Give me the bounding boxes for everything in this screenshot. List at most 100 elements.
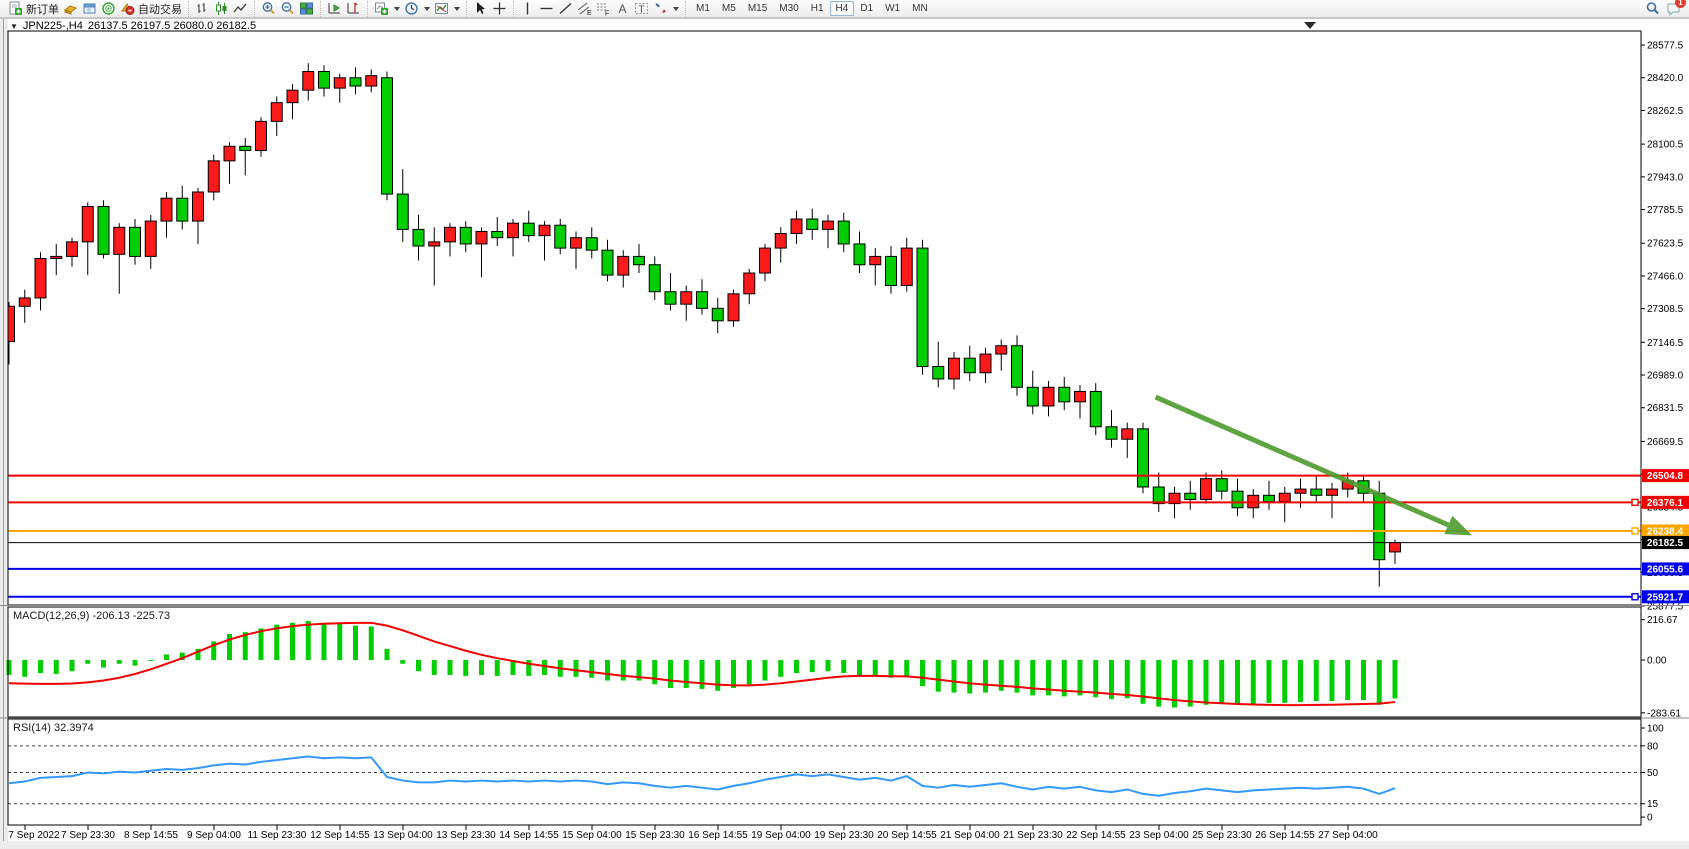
timeframe-button-h4[interactable]: H4: [830, 1, 855, 16]
timeframe-button-m1[interactable]: M1: [690, 1, 716, 16]
crosshair-button[interactable]: [490, 1, 509, 17]
text-button[interactable]: A: [613, 1, 632, 17]
templates-button[interactable]: [432, 1, 462, 17]
search-icon[interactable]: [1645, 1, 1660, 16]
line-chart-button[interactable]: [231, 1, 250, 17]
line-anchor-handle[interactable]: [1632, 499, 1638, 505]
timeframe-button-m15[interactable]: M15: [742, 1, 773, 16]
trendline-button[interactable]: [556, 1, 575, 17]
toolbar-group-zoom: [254, 1, 320, 17]
indicators-dropdown-arrow[interactable]: [394, 7, 400, 11]
timeframe-button-h1[interactable]: H1: [805, 1, 830, 16]
svg-text:12 Sep 14:55: 12 Sep 14:55: [310, 830, 370, 841]
periods-button[interactable]: [402, 1, 432, 17]
svg-text:19 Sep 23:30: 19 Sep 23:30: [814, 830, 874, 841]
signal-radar-icon: [101, 1, 116, 16]
window-icon: [82, 1, 97, 16]
svg-text:27146.5: 27146.5: [1647, 338, 1684, 349]
fibonacci-icon: F: [596, 1, 611, 16]
crosshair-icon: [492, 1, 507, 16]
autotrade-button[interactable]: 自动交易: [118, 1, 184, 17]
line-anchor-handle[interactable]: [1632, 594, 1638, 600]
vertical-line-icon: [520, 1, 535, 16]
new-order-label: 新订单: [26, 1, 59, 17]
svg-text:21 Sep 23:30: 21 Sep 23:30: [1003, 830, 1063, 841]
svg-text:28100.5: 28100.5: [1647, 140, 1684, 151]
svg-text:216.67: 216.67: [1647, 615, 1678, 626]
svg-text:14 Sep 14:55: 14 Sep 14:55: [499, 830, 559, 841]
timeframe-button-m5[interactable]: M5: [716, 1, 742, 16]
zoom-out-button[interactable]: [278, 1, 297, 17]
svg-text:100: 100: [1647, 724, 1664, 735]
svg-text:28262.5: 28262.5: [1647, 106, 1684, 117]
auto-scroll-button[interactable]: [325, 1, 344, 17]
zoom-in-button[interactable]: [259, 1, 278, 17]
svg-text:E: E: [587, 10, 592, 16]
svg-text:26055.6: 26055.6: [1647, 564, 1684, 575]
templates-dropdown-arrow[interactable]: [454, 7, 460, 11]
svg-text:25 Sep 23:30: 25 Sep 23:30: [1192, 830, 1252, 841]
zoom-out-icon: [280, 1, 295, 16]
cursor-button[interactable]: [471, 1, 490, 17]
candlestick-chart-button[interactable]: [212, 1, 231, 17]
timeframe-button-d1[interactable]: D1: [854, 1, 879, 16]
line-anchor-handle[interactable]: [1632, 528, 1638, 534]
svg-text:27623.5: 27623.5: [1647, 239, 1684, 250]
signals-button[interactable]: [99, 1, 118, 17]
trendline-icon: [558, 1, 573, 16]
svg-text:25921.7: 25921.7: [1647, 592, 1684, 603]
rsi-indicator-label: RSI(14) 32.3974: [13, 722, 94, 734]
svg-text:15 Sep 04:00: 15 Sep 04:00: [562, 830, 622, 841]
history-center-button[interactable]: [61, 1, 80, 17]
svg-text:27943.0: 27943.0: [1647, 172, 1684, 183]
arrows-button[interactable]: [651, 1, 681, 17]
horizontal-line-button[interactable]: [537, 1, 556, 17]
text-label-icon: T: [634, 1, 649, 16]
svg-text:27 Sep 04:00: 27 Sep 04:00: [1318, 830, 1378, 841]
timeframe-button-w1[interactable]: W1: [879, 1, 906, 16]
autotrade-label: 自动交易: [138, 1, 182, 17]
vertical-line-button[interactable]: [518, 1, 537, 17]
chart-shift-button[interactable]: [344, 1, 363, 17]
add-indicator-icon: [374, 1, 389, 16]
chart-shift-icon: [346, 1, 361, 16]
chart-shift-marker-icon[interactable]: [1304, 22, 1316, 29]
ohlc-bars-icon: [195, 1, 210, 16]
notification-badge: 1: [1675, 0, 1686, 8]
timeframe-button-m30[interactable]: M30: [773, 1, 804, 16]
text-a-icon: A: [615, 1, 630, 16]
svg-text:26 Sep 14:55: 26 Sep 14:55: [1255, 830, 1315, 841]
channel-button[interactable]: E: [575, 1, 594, 17]
svg-text:19 Sep 04:00: 19 Sep 04:00: [751, 830, 811, 841]
gold-box-icon: [63, 1, 78, 16]
notifications-icon[interactable]: 1: [1666, 1, 1681, 16]
toolbar-group-timeframes: M1M5M15M30H1H4D1W1MN: [685, 1, 938, 17]
bar-chart-button[interactable]: [193, 1, 212, 17]
toolbar-group-scroll: [320, 1, 367, 17]
svg-text:T: T: [639, 5, 645, 16]
autotrade-icon: [120, 1, 135, 16]
svg-text:26182.5: 26182.5: [1647, 538, 1684, 549]
clock-icon: [404, 1, 419, 16]
svg-text:26831.5: 26831.5: [1647, 403, 1684, 414]
chart-ohlc-values: 26137.5 26197.5 26080.0 26182.5: [88, 20, 256, 32]
timeframe-button-mn[interactable]: MN: [906, 1, 934, 16]
tile-windows-button[interactable]: [297, 1, 316, 17]
market-watch-button[interactable]: [80, 1, 99, 17]
fibonacci-button[interactable]: F: [594, 1, 613, 17]
svg-text:13 Sep 04:00: 13 Sep 04:00: [373, 830, 433, 841]
indicators-button[interactable]: [372, 1, 402, 17]
arrows-dropdown-arrow[interactable]: [673, 7, 679, 11]
new-order-button[interactable]: 新订单: [6, 1, 61, 17]
macd-name: MACD(12,26,9): [13, 610, 89, 622]
candlestick-icon: [214, 1, 229, 16]
svg-text:23 Sep 04:00: 23 Sep 04:00: [1129, 830, 1189, 841]
new-order-icon: [8, 1, 23, 16]
chart-canvas[interactable]: 28577.528420.028262.528100.527943.027785…: [0, 0, 1689, 849]
text-label-button[interactable]: T: [632, 1, 651, 17]
toolbar-group-cursor: [466, 1, 513, 17]
collapse-chart-icon[interactable]: ▼: [10, 22, 18, 31]
svg-text:21 Sep 04:00: 21 Sep 04:00: [940, 830, 1000, 841]
svg-text:50: 50: [1647, 768, 1659, 779]
periods-dropdown-arrow[interactable]: [424, 7, 430, 11]
